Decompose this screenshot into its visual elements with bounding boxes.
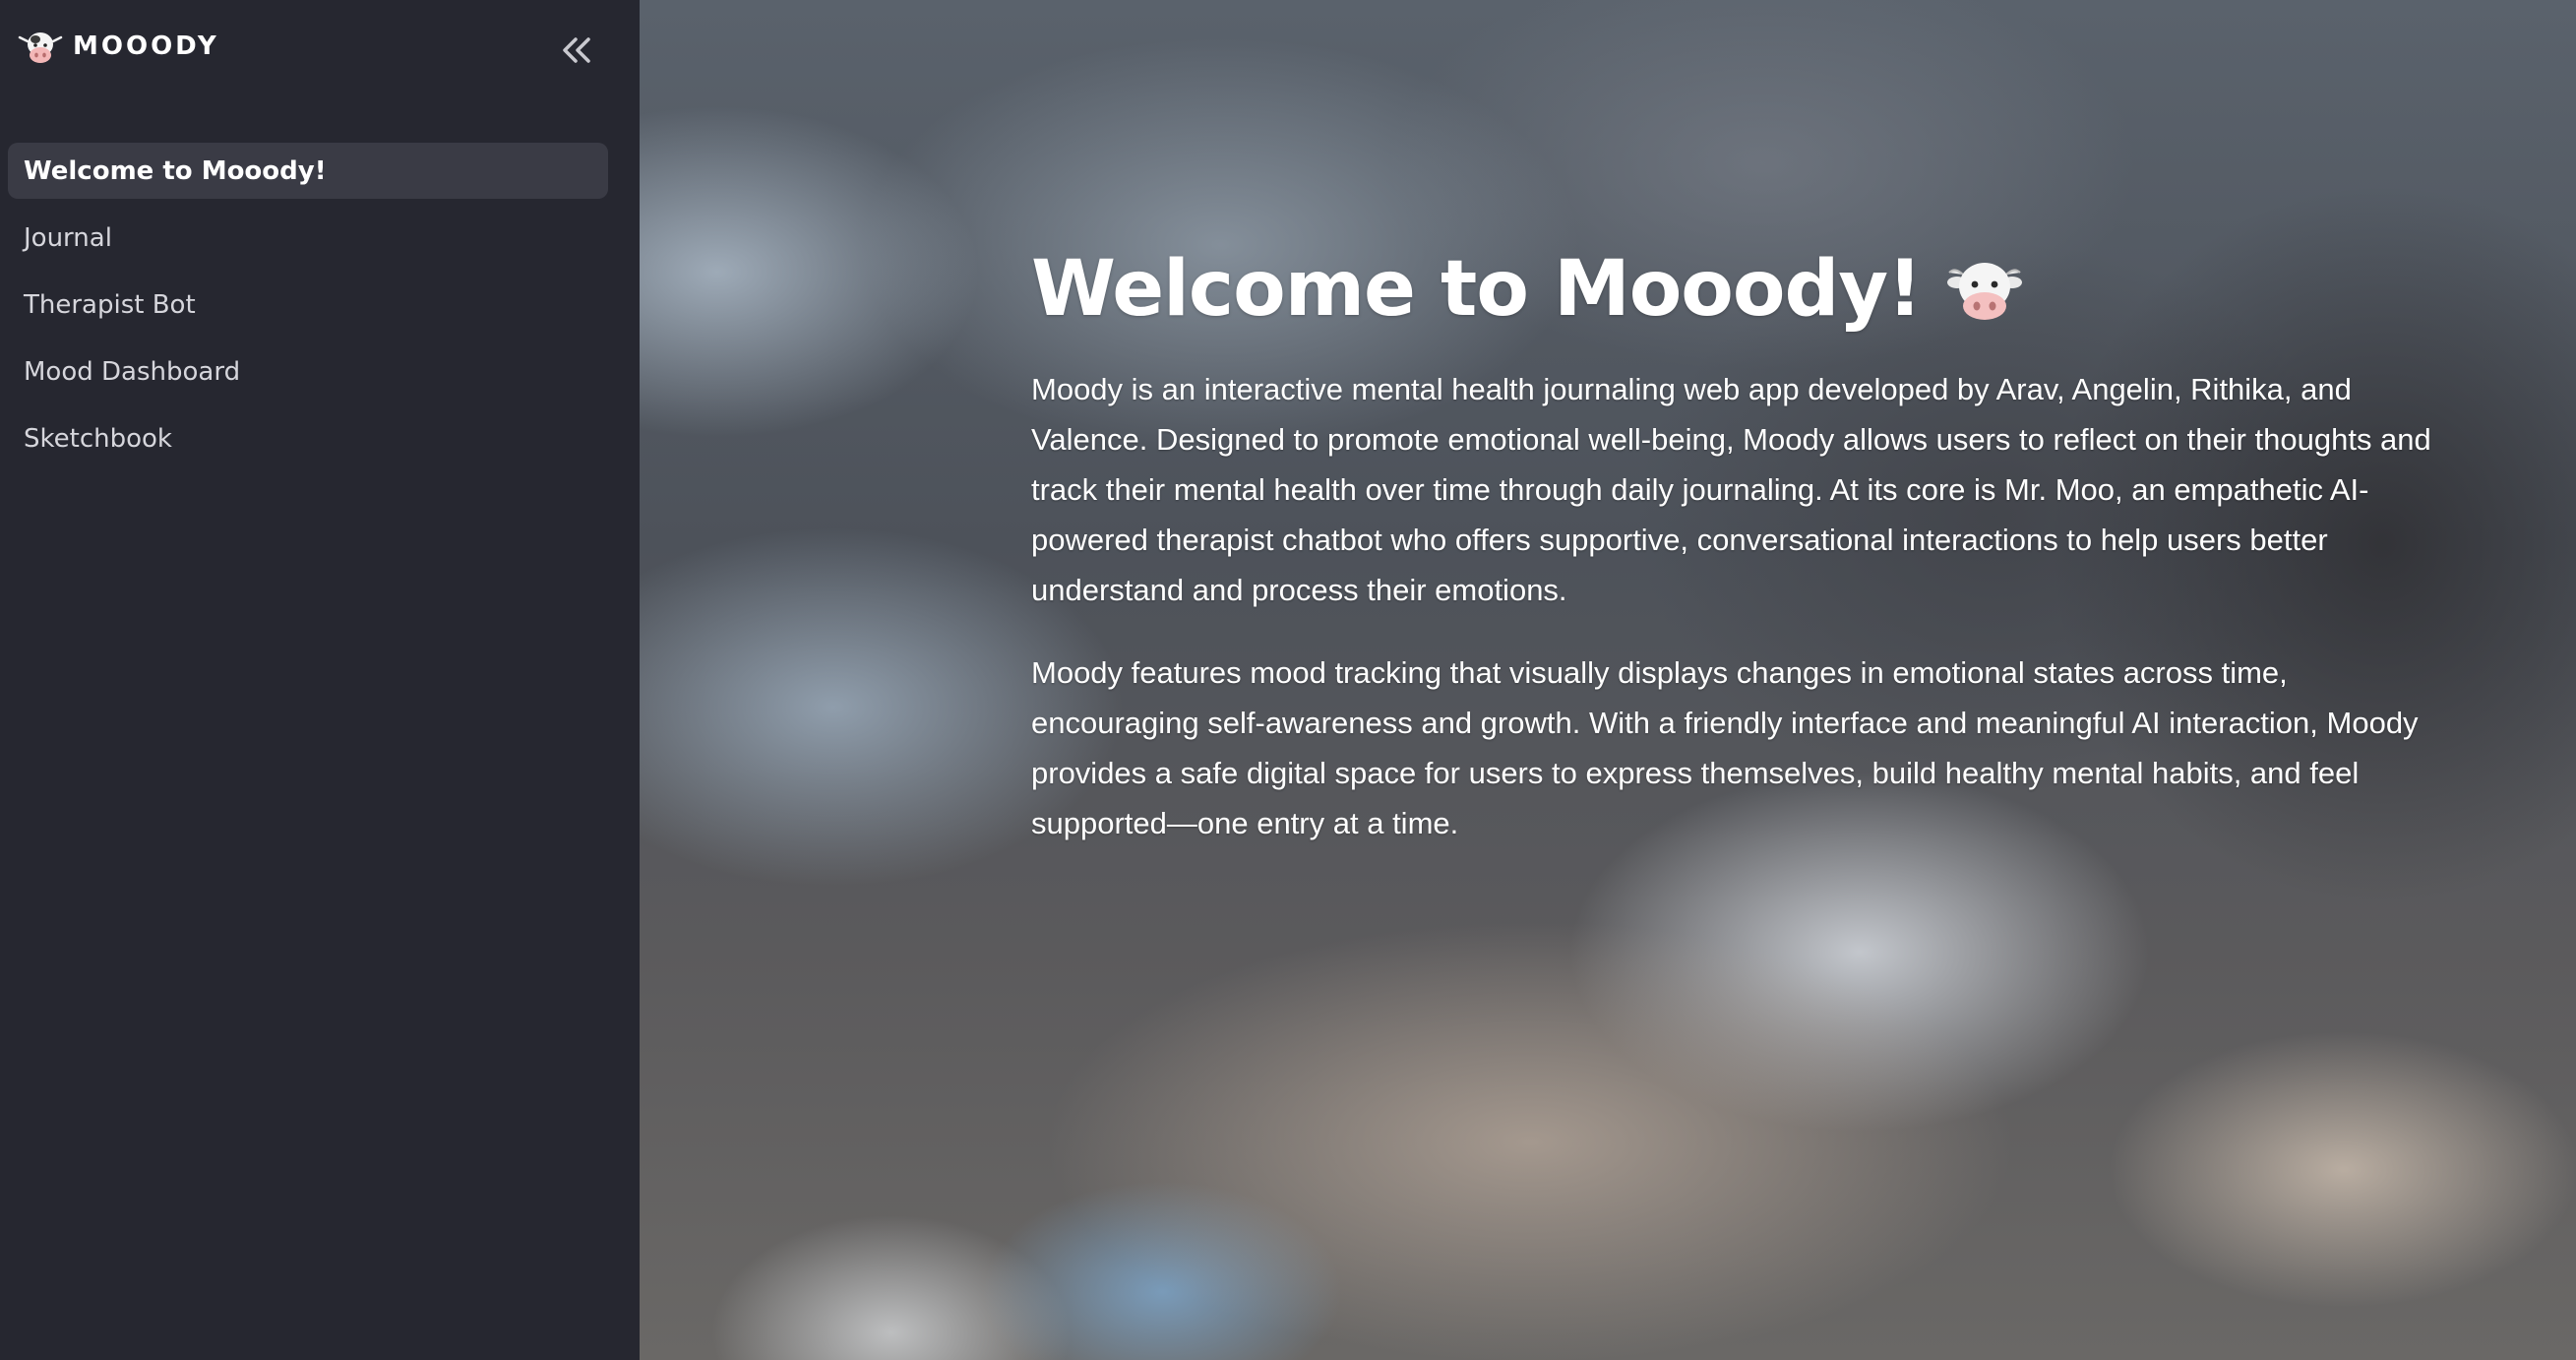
page-title-text: Welcome to Mooody! [1031, 245, 1923, 334]
main-content-area: Welcome to Mooody! Moody is an interacti… [640, 0, 2576, 1360]
sidebar-item-mood-dashboard[interactable]: Mood Dashboard [8, 343, 608, 400]
sidebar-item-label: Therapist Bot [24, 289, 196, 320]
welcome-content: Welcome to Mooody! Moody is an interacti… [1031, 245, 2438, 881]
app-logo-text: MOOODY [73, 31, 219, 61]
sidebar-item-sketchbook[interactable]: Sketchbook [8, 410, 608, 466]
features-paragraph: Moody features mood tracking that visual… [1031, 654, 2419, 840]
sidebar: MOOODY Welcome to Mooody! Journal Therap… [0, 0, 640, 1360]
sidebar-item-label: Welcome to Mooody! [24, 155, 327, 186]
sidebar-item-label: Sketchbook [24, 423, 172, 454]
intro-paragraph: Moody is an interactive mental health jo… [1031, 371, 2431, 607]
app-logo[interactable]: MOOODY [16, 26, 219, 67]
collapse-sidebar-button[interactable] [551, 30, 602, 71]
cow-face-icon [1946, 262, 2022, 320]
sidebar-nav: Welcome to Mooody! Journal Therapist Bot… [8, 143, 608, 477]
sidebar-item-therapist-bot[interactable]: Therapist Bot [8, 277, 608, 333]
double-chevron-left-icon [563, 37, 590, 63]
page-title: Welcome to Mooody! [1031, 245, 2438, 335]
sidebar-item-label: Mood Dashboard [24, 356, 241, 387]
sidebar-item-label: Journal [24, 222, 112, 253]
sidebar-item-journal[interactable]: Journal [8, 210, 608, 266]
sidebar-item-welcome[interactable]: Welcome to Mooody! [8, 143, 608, 199]
cow-face-icon [18, 32, 63, 63]
